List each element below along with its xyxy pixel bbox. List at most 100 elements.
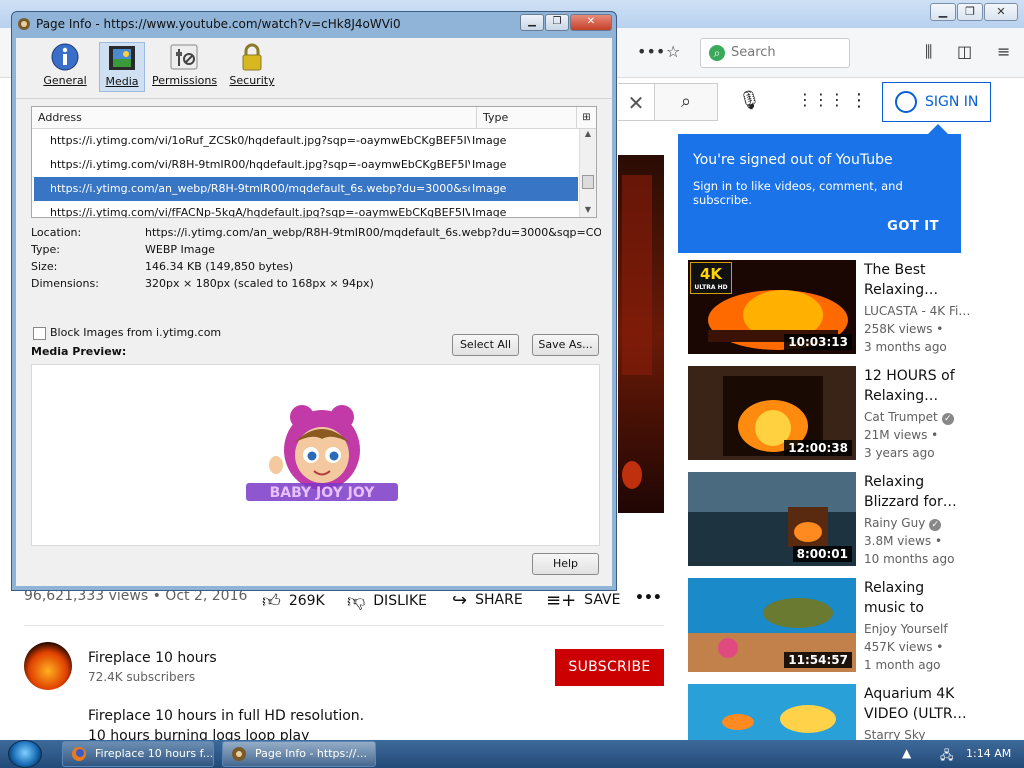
video-thumbnail[interactable]: 12:00:38 — [688, 366, 856, 460]
star-icon[interactable]: ☆ — [666, 42, 680, 61]
channel-name[interactable]: Enjoy Yourself — [864, 622, 948, 636]
video-thumbnail[interactable]: 8:00:01 — [688, 472, 856, 566]
recommended-video[interactable]: 11:54:57 Relaxing music to relieve… Enjo… — [688, 578, 978, 674]
video-duration: 11:54:57 — [784, 652, 852, 668]
4k-badge: 4K ULTRA HD — [690, 262, 732, 294]
settings-dots-icon[interactable]: ⋮ — [850, 90, 868, 111]
microphone-icon[interactable]: 🎙 — [738, 90, 761, 111]
channel-name[interactable]: LUCASTA - 4K Fi… — [864, 304, 970, 318]
like-button[interactable]: 👍︎ 269K — [262, 590, 325, 612]
video-title[interactable]: Relaxing music to relieve… — [864, 578, 969, 618]
upload-age: 3 months ago — [864, 340, 947, 354]
video-title[interactable]: 12 HOURS of Relaxing… — [864, 366, 969, 406]
help-button[interactable]: Help — [532, 553, 599, 575]
scroll-down-icon[interactable]: ▼ — [580, 205, 596, 214]
thumbs-down-icon: 👎︎ — [347, 591, 366, 612]
dialog-maximize-button[interactable]: ❐ — [545, 14, 569, 31]
recommended-video[interactable]: 12:00:38 12 HOURS of Relaxing… Cat Trump… — [688, 366, 978, 462]
sign-in-button[interactable]: SIGN IN — [882, 82, 991, 122]
page-info-app-icon — [18, 18, 30, 30]
tray-arrow-icon[interactable]: ▲ — [902, 746, 911, 760]
recommended-video[interactable]: Aquarium 4K VIDEO (ULTR… Starry Sky — [688, 684, 978, 740]
video-thumbnail[interactable] — [688, 684, 856, 740]
channel-name[interactable]: Starry Sky — [864, 728, 926, 740]
search-input[interactable]: ⌕ Search — [700, 38, 850, 68]
video-title[interactable]: Relaxing Blizzard for… — [864, 472, 969, 512]
more-actions-icon[interactable]: ••• — [635, 590, 662, 606]
channel-title[interactable]: Fireplace 10 hours — [88, 650, 217, 666]
taskbar-item-page-info[interactable]: Page Info - https://... — [222, 741, 376, 767]
column-header-address[interactable]: Address — [38, 107, 82, 129]
taskbar-item-firefox[interactable]: Fireplace 10 hours f... — [62, 741, 214, 767]
signed-out-popup: You're signed out of YouTube Sign in to … — [678, 134, 961, 253]
select-all-button[interactable]: Select All — [452, 334, 519, 356]
taskbar: Fireplace 10 hours f... Page Info - http… — [0, 740, 1024, 768]
scrollbar-thumb[interactable] — [582, 175, 594, 189]
recommended-video[interactable]: 4K ULTRA HD 10:03:13 The Best Relaxing… L… — [688, 260, 978, 356]
close-button[interactable]: ✕ — [984, 3, 1018, 21]
row-type: Image — [472, 182, 507, 195]
minimize-button[interactable]: ▁ — [930, 3, 956, 21]
channel-name[interactable]: Rainy Guy ✓ — [864, 516, 942, 531]
dialog-close-button[interactable]: ✕ — [570, 14, 612, 31]
list-header: Address Type ⊞ — [32, 107, 596, 129]
share-button[interactable]: ↪ SHARE — [452, 590, 523, 611]
avatar[interactable] — [24, 642, 72, 690]
scroll-up-icon[interactable]: ▲ — [580, 129, 596, 138]
video-duration: 8:00:01 — [792, 546, 852, 562]
video-duration: 10:03:13 — [784, 334, 852, 350]
more-icon[interactable]: ••• — [637, 42, 665, 61]
library-icon[interactable]: ⫼ — [925, 42, 932, 62]
video-thumbnail[interactable]: 4K ULTRA HD 10:03:13 — [688, 260, 856, 354]
save-as-button[interactable]: Save As... — [532, 334, 599, 356]
video-title[interactable]: Aquarium 4K VIDEO (ULTR… — [864, 684, 969, 724]
user-icon — [895, 91, 917, 113]
view-count: 258K views • — [864, 322, 944, 336]
tab-general[interactable]: General — [42, 42, 88, 92]
got-it-button[interactable]: GOT IT — [887, 219, 939, 234]
tab-security[interactable]: Security — [228, 42, 276, 92]
video-player[interactable] — [618, 155, 664, 513]
save-button[interactable]: ≡+ SAVE — [546, 590, 620, 611]
column-picker-icon[interactable]: ⊞ — [576, 107, 596, 129]
popup-title: You're signed out of YouTube — [693, 152, 893, 168]
row-address: https://i.ytimg.com/an_webp/R8H-9tmIR00/… — [50, 182, 470, 195]
video-thumbnail[interactable]: 11:54:57 — [688, 578, 856, 672]
list-item[interactable]: https://i.ytimg.com/vi/R8H-9tmIR00/hqdef… — [34, 153, 578, 177]
block-images-label[interactable]: Block Images from i.ytimg.com — [50, 326, 221, 339]
subscribe-button[interactable]: SUBSCRIBE — [555, 649, 664, 686]
maximize-button[interactable]: ❐ — [957, 3, 983, 21]
list-item-selected[interactable]: https://i.ytimg.com/an_webp/R8H-9tmIR00/… — [34, 177, 578, 201]
apps-grid-icon[interactable]: ⋮⋮⋮ — [797, 90, 845, 109]
media-list[interactable]: Address Type ⊞ https://i.ytimg.com/vi/1o… — [31, 106, 597, 218]
tab-permissions[interactable]: Permissions — [152, 42, 217, 92]
column-header-type[interactable]: Type — [476, 107, 576, 129]
view-count: 457K views • — [864, 640, 944, 654]
clear-search-icon[interactable]: ✕ — [618, 83, 654, 121]
clock[interactable]: 1:14 AM — [966, 747, 1011, 760]
search-button[interactable]: ⌕ — [654, 83, 718, 121]
video-title[interactable]: The Best Relaxing… — [864, 260, 969, 300]
block-images-checkbox[interactable] — [33, 327, 46, 340]
tab-media[interactable]: Media — [99, 42, 145, 92]
list-item[interactable]: https://i.ytimg.com/vi/1oRuf_ZCSk0/hqdef… — [34, 129, 578, 153]
recommended-video[interactable]: 8:00:01 Relaxing Blizzard for… Rainy Guy… — [688, 472, 978, 568]
list-scrollbar[interactable]: ▲ ▼ — [579, 129, 596, 217]
taskbar-item-label: Fireplace 10 hours f... — [95, 747, 214, 760]
channel-name[interactable]: Cat Trumpet ✓ — [864, 410, 954, 425]
media-icon — [109, 46, 135, 70]
popup-arrow — [928, 124, 948, 134]
list-item[interactable]: https://i.ytimg.com/vi/fFACNp-5kqA/hqdef… — [34, 201, 578, 217]
location-value[interactable]: https://i.ytimg.com/an_webp/R8H-9tmIR00/… — [145, 226, 601, 239]
media-preview: BABY JOY JOY — [31, 364, 600, 546]
network-icon[interactable]: 🖧 — [940, 746, 953, 767]
tab-label: General — [43, 74, 87, 87]
dialog-title: Page Info - https://www.youtube.com/watc… — [36, 17, 401, 31]
start-button[interactable] — [8, 740, 42, 768]
dialog-minimize-button[interactable]: ▁ — [520, 14, 544, 31]
upload-age: 10 months ago — [864, 552, 955, 566]
dislike-button[interactable]: 👎︎ DISLIKE — [347, 590, 427, 612]
tab-label: Security — [229, 74, 275, 87]
sidebar-icon[interactable]: ◫ — [957, 42, 972, 61]
menu-icon[interactable]: ≡ — [997, 42, 1010, 61]
